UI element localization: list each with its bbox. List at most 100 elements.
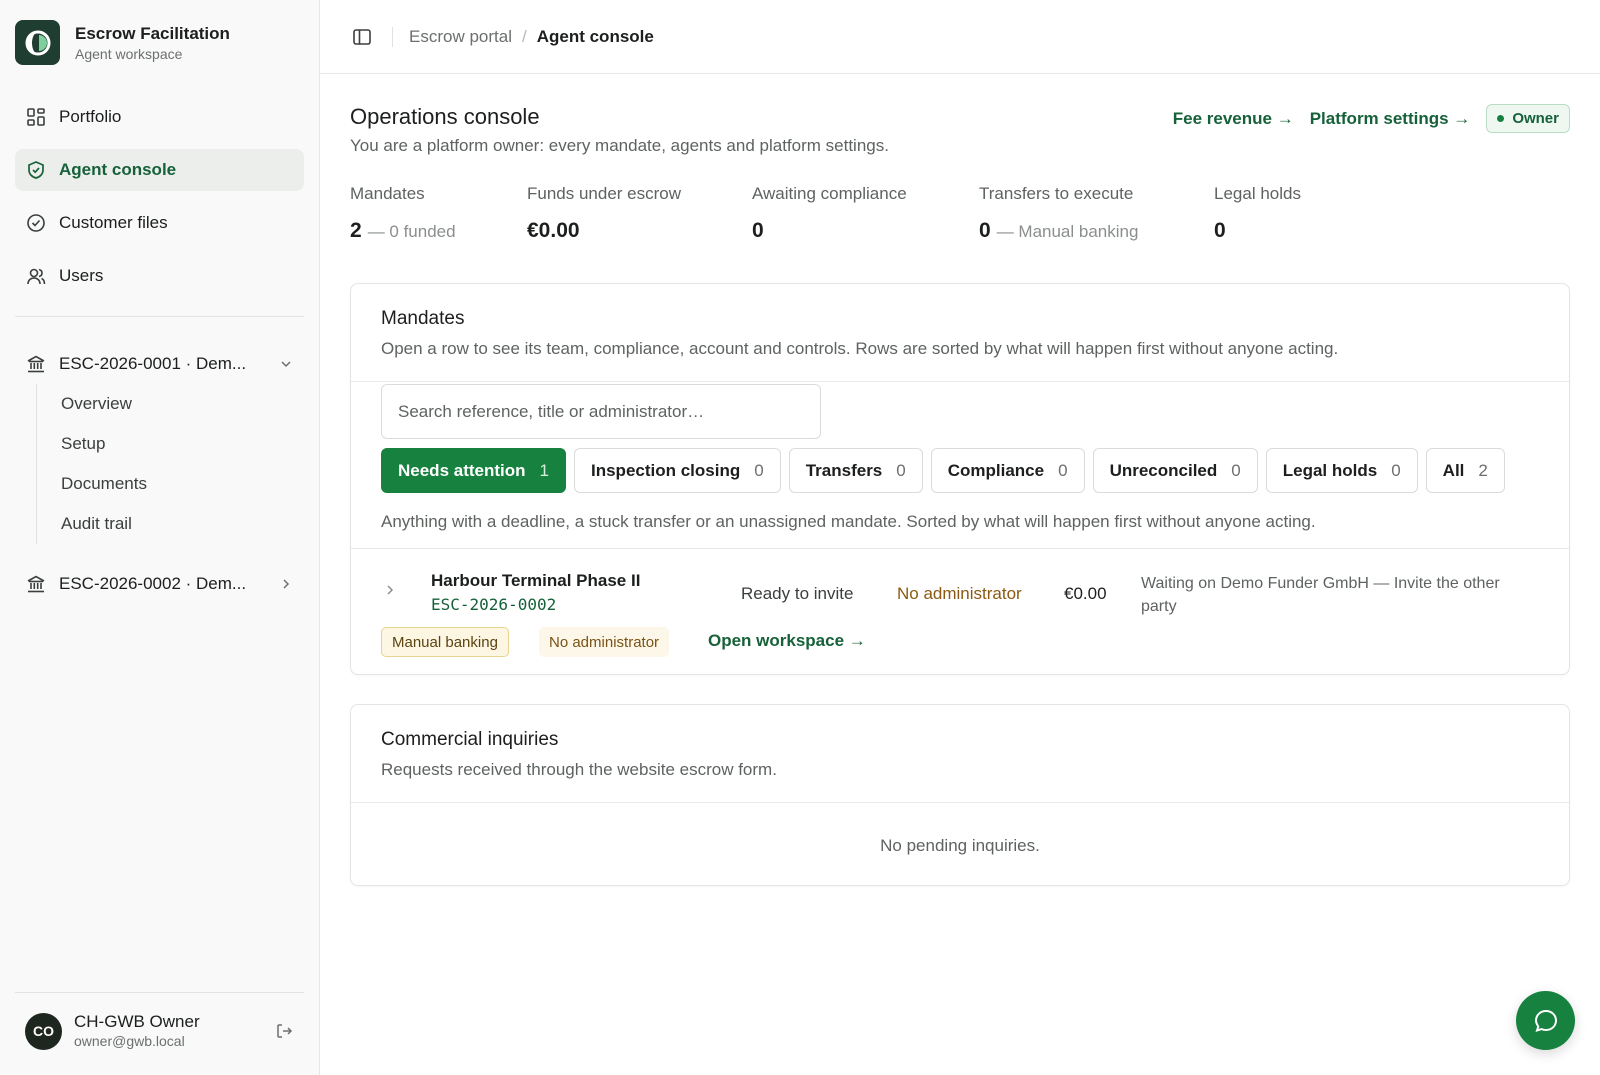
sidebar-item-label: Portfolio (59, 107, 122, 126)
mandate-status: Ready to invite (741, 584, 854, 603)
check-circle-icon (25, 212, 47, 234)
mandate-reference[interactable]: ESC-2026-0002 (431, 595, 556, 614)
breadcrumb-current: Agent console (536, 26, 654, 46)
filter-legal-holds[interactable]: Legal holds 0 (1265, 448, 1418, 493)
filter-label: Unreconciled (1109, 460, 1218, 480)
sidebar-mandate-esc-2026-0001: ESC-2026-0001 · Dem... Overview Setup Do… (15, 344, 304, 544)
avatar[interactable]: CO (25, 1012, 62, 1050)
breadcrumb-root[interactable]: Escrow portal (409, 27, 512, 47)
filter-label: Inspection closing (591, 460, 741, 480)
search-field[interactable] (381, 384, 821, 439)
page-title: Operations console (350, 104, 540, 129)
role-badge-label: Owner (1512, 110, 1559, 127)
tag-no-administrator: No administrator (539, 627, 670, 657)
shield-check-icon (25, 159, 47, 181)
filter-count: 0 (1391, 460, 1401, 480)
filter-chips: Needs attention 1 Inspection closing 0 Tra… (381, 448, 1513, 493)
platform-settings-link[interactable]: Platform settings → (1310, 109, 1471, 129)
filter-compliance[interactable]: Compliance 0 (930, 448, 1085, 493)
stat-note: — Manual banking (996, 222, 1139, 241)
mandate-waiting-on: Waiting on Demo Funder GmbH — Invite the… (1141, 575, 1500, 615)
sidebar-item-agent-console[interactable]: Agent console (15, 149, 304, 191)
logout-icon[interactable] (273, 1020, 295, 1042)
filter-label: Compliance (947, 460, 1045, 480)
brand[interactable]: Escrow Facilitation Agent workspace (15, 20, 230, 65)
stat-mandates: Mandates 2 — 0 funded (350, 184, 527, 245)
empty-state: No pending inquiries. (880, 835, 1040, 855)
subnav-documents[interactable]: Documents (61, 464, 304, 504)
chat-button[interactable] (1516, 991, 1575, 1050)
chevron-right-icon[interactable] (383, 583, 397, 602)
stat-label: Mandates (350, 184, 425, 203)
card-title: Commercial inquiries (381, 729, 559, 750)
inquiries-card: Commercial inquiries Requests received t… (350, 704, 1570, 886)
sidebar-item-users[interactable]: Users (15, 255, 304, 297)
stat-value: 0 (979, 219, 991, 242)
breadcrumb: Escrow portal / Agent console (409, 27, 654, 47)
filter-label: All (1442, 460, 1465, 480)
main-nav: Portfolio Agent console Customer files U… (15, 96, 304, 308)
filter-count: 0 (1058, 460, 1068, 480)
card-subtitle: Open a row to see its team, compliance, … (381, 339, 1339, 358)
sidebar-toggle-icon[interactable] (350, 25, 374, 49)
subnav-overview[interactable]: Overview (61, 384, 304, 424)
table-row[interactable]: Harbour Terminal Phase II ESC-2026-0002 … (351, 549, 1569, 674)
users-icon (25, 265, 47, 287)
stat-note: — 0 funded (367, 222, 456, 241)
user-divider (15, 992, 304, 993)
filter-count: 0 (896, 460, 906, 480)
stat-transfers-to-execute: Transfers to execute 0 — Manual banking (979, 184, 1214, 245)
stat-label: Legal holds (1214, 184, 1301, 203)
sidebar-item-label: Customer files (59, 213, 168, 232)
stat-legal-holds: Legal holds 0 (1214, 184, 1364, 245)
open-workspace-link[interactable]: Open workspace → (708, 631, 866, 651)
filter-count: 1 (539, 460, 549, 480)
filter-needs-attention[interactable]: Needs attention 1 (381, 448, 566, 493)
stat-label: Funds under escrow (527, 184, 682, 203)
chat-bubble-icon (1533, 1008, 1559, 1034)
mandate-title: Harbour Terminal Phase II (431, 571, 641, 590)
sidebar-item-label: Agent console (59, 160, 177, 179)
filter-count: 0 (754, 460, 764, 480)
filter-all[interactable]: All 2 (1425, 448, 1505, 493)
filter-count: 0 (1231, 460, 1241, 480)
filter-unreconciled[interactable]: Unreconciled 0 (1092, 448, 1258, 493)
sidebar-mandate-subnav: Overview Setup Documents Audit trail (36, 384, 304, 544)
mandates-card-header: Mandates Open a row to see its team, com… (351, 284, 1569, 382)
filter-label: Needs attention (398, 460, 526, 480)
card-subtitle: Requests received through the website es… (381, 760, 777, 779)
chevron-down-icon[interactable] (276, 357, 296, 371)
search-input[interactable] (398, 401, 820, 422)
inquiries-card-header: Commercial inquiries Requests received t… (351, 705, 1569, 803)
stat-label: Awaiting compliance (752, 184, 907, 203)
breadcrumb-separator: / (521, 26, 527, 46)
filter-transfers[interactable]: Transfers 0 (788, 448, 923, 493)
subnav-audit-trail[interactable]: Audit trail (61, 504, 304, 544)
subnav-setup[interactable]: Setup (61, 424, 304, 464)
card-title: Mandates (381, 308, 465, 329)
sidebar-mandate-toggle[interactable]: ESC-2026-0002 · Dem... (15, 564, 304, 604)
user-name: CH-GWB Owner (74, 1012, 200, 1031)
stat-value: €0.00 (527, 219, 580, 242)
header-actions: Fee revenue → Platform settings → Owner (1173, 104, 1570, 133)
user-profile: CO CH-GWB Owner owner@gwb.local (25, 1012, 295, 1050)
sidebar-mandate-toggle[interactable]: ESC-2026-0001 · Dem... (15, 344, 304, 384)
filter-inspection-closing[interactable]: Inspection closing 0 (574, 448, 781, 493)
filter-count: 2 (1478, 460, 1488, 480)
fee-revenue-link[interactable]: Fee revenue → (1173, 109, 1294, 129)
mandate-administrator: No administrator (897, 584, 1022, 603)
chevron-right-icon[interactable] (276, 577, 296, 591)
stat-value: 2 (350, 219, 362, 242)
stat-value: 0 (1214, 219, 1226, 242)
stat-funds-under-escrow: Funds under escrow €0.00 (527, 184, 752, 245)
sidebar-item-customer-files[interactable]: Customer files (15, 202, 304, 244)
app-subtitle: Agent workspace (75, 45, 183, 62)
sidebar-item-label: Users (59, 266, 104, 285)
mandates-card: Mandates Open a row to see its team, com… (350, 283, 1570, 675)
sidebar-mandate-label: ESC-2026-0001 · Dem... (59, 354, 247, 373)
sidebar-item-portfolio[interactable]: Portfolio (15, 96, 304, 138)
bank-icon (25, 573, 47, 595)
brand-logo (15, 20, 60, 65)
bank-icon (25, 353, 47, 375)
sidebar: Escrow Facilitation Agent workspace Port… (0, 0, 320, 1075)
